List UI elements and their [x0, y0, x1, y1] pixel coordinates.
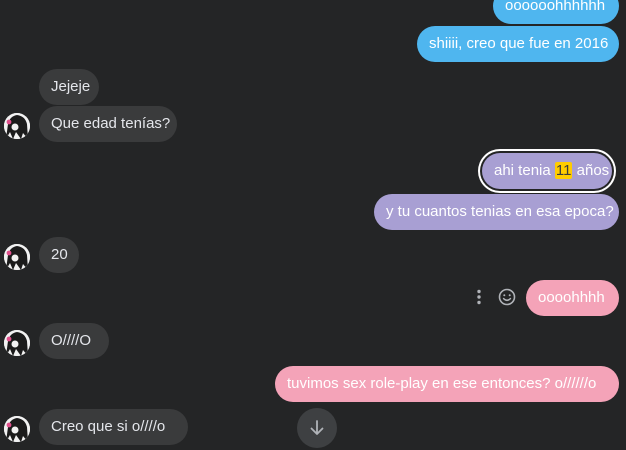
message-text: oooooohhhhhh [505, 0, 606, 14]
message-text: Jejeje [51, 78, 91, 95]
message-text: 20 [51, 246, 68, 263]
message-text: Que edad tenías? [51, 115, 171, 132]
outgoing-message-selected[interactable]: ahi tenia 11 años [482, 153, 612, 189]
message-text: y tu cuantos tenias en esa epoca? [386, 203, 614, 220]
outgoing-message[interactable]: shiiii, creo que fue en 2016 [417, 26, 619, 62]
incoming-message[interactable]: Jejeje [39, 69, 99, 105]
outgoing-message[interactable]: oooooohhhhhh [493, 0, 619, 24]
scroll-to-bottom-button[interactable] [297, 408, 337, 448]
message-text: oooohhhh [538, 289, 605, 306]
incoming-message[interactable]: Creo que si o////o [39, 409, 188, 445]
incoming-message[interactable]: Que edad tenías? [39, 106, 177, 142]
outgoing-message[interactable]: tuvimos sex role-play en ese entonces? o… [275, 366, 619, 402]
incoming-message[interactable]: 20 [39, 237, 79, 273]
message-text-suffix: años [572, 162, 610, 179]
incoming-message[interactable]: O////O [39, 323, 109, 359]
message-text: O////O [51, 332, 92, 349]
message-text: shiiii, creo que fue en 2016 [429, 35, 609, 52]
search-highlight: 11 [554, 162, 573, 179]
contact-avatar[interactable] [4, 244, 30, 270]
smiley-icon[interactable] [497, 287, 517, 307]
message-text: Creo que si o////o [51, 418, 166, 435]
contact-avatar[interactable] [4, 330, 30, 356]
more-vertical-icon[interactable] [469, 287, 489, 307]
contact-avatar[interactable] [4, 416, 30, 442]
outgoing-message[interactable]: y tu cuantos tenias en esa epoca? [374, 194, 619, 230]
message-text-prefix: ahi tenia [494, 162, 555, 179]
arrow-down-icon [307, 418, 327, 438]
contact-avatar[interactable] [4, 113, 30, 139]
outgoing-message[interactable]: oooohhhh [526, 280, 619, 316]
message-text: tuvimos sex role-play en ese entonces? o… [287, 375, 597, 392]
